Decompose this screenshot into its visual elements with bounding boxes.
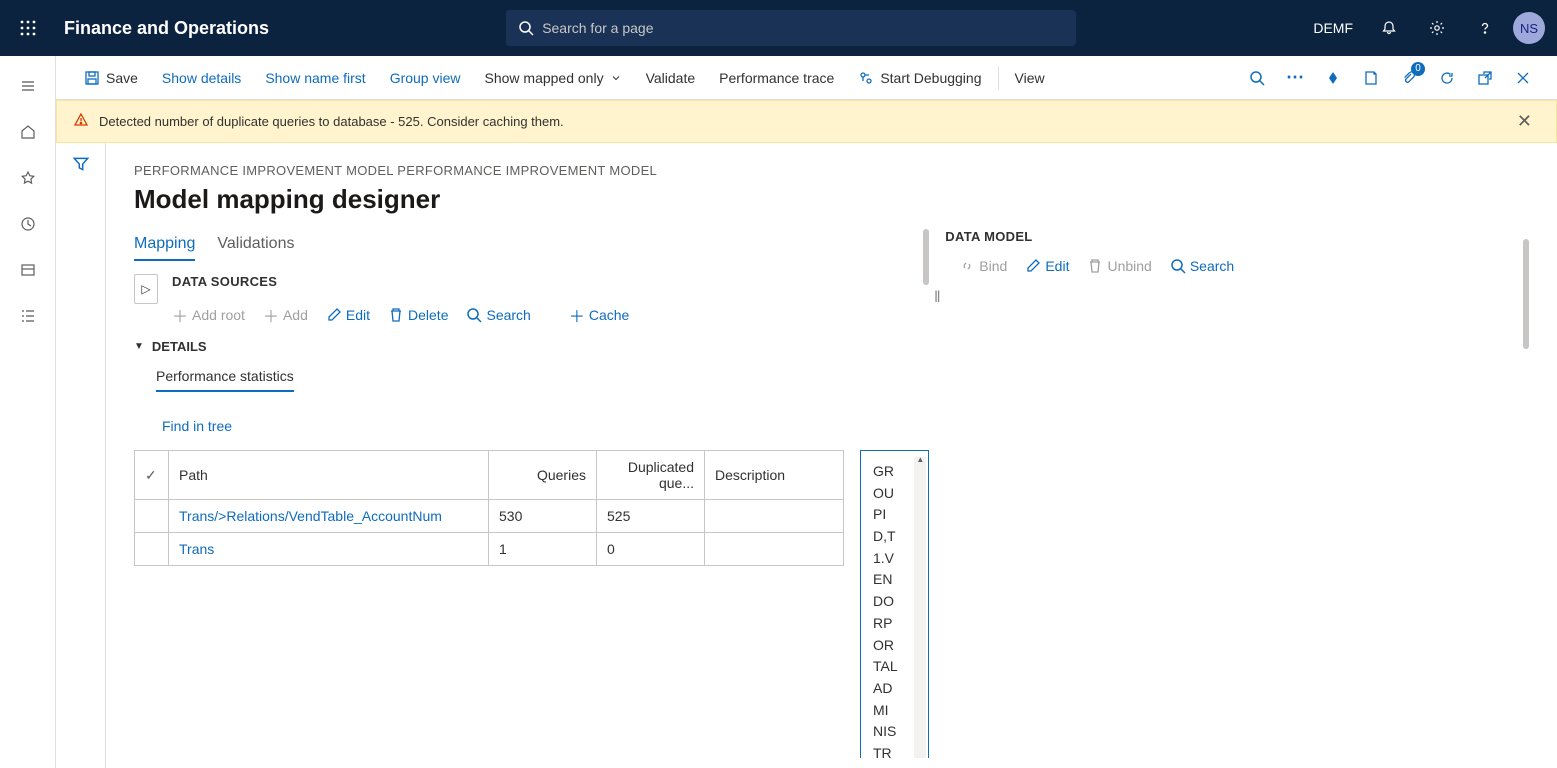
performance-statistics-tab[interactable]: Performance statistics [156, 368, 294, 392]
start-debugging-button[interactable]: Start Debugging [846, 56, 993, 100]
save-button[interactable]: Save [72, 56, 150, 100]
clock-icon[interactable] [6, 204, 50, 244]
start-debugging-label: Start Debugging [880, 70, 981, 86]
dm-edit-button[interactable]: Edit [1025, 258, 1069, 274]
scrollbar[interactable] [1523, 239, 1529, 349]
book-icon[interactable] [1353, 60, 1389, 96]
find-in-tree-link[interactable]: Find in tree [162, 418, 232, 434]
unbind-button: Unbind [1087, 258, 1151, 274]
cell-desc [705, 500, 844, 533]
add-button: ＋Add [263, 303, 308, 327]
cell-queries: 1 [489, 533, 597, 566]
expand-handle-icon[interactable]: ▷ [134, 274, 158, 304]
hamburger-icon[interactable] [6, 66, 50, 106]
group-view-button[interactable]: Group view [378, 56, 473, 100]
save-label: Save [106, 70, 138, 86]
action-toolbar: Save Show details Show name first Group … [56, 56, 1557, 100]
data-model-title: DATA MODEL [945, 229, 1529, 244]
validate-button[interactable]: Validate [634, 56, 708, 100]
warning-text: Detected number of duplicate queries to … [99, 114, 564, 129]
user-avatar[interactable]: NS [1513, 12, 1545, 44]
bell-icon[interactable] [1369, 8, 1409, 48]
refresh-icon[interactable] [1429, 60, 1465, 96]
cell-dup: 0 [597, 533, 705, 566]
search-placeholder: Search for a page [542, 20, 653, 36]
view-button[interactable]: View [1003, 56, 1057, 100]
tab-validations[interactable]: Validations [217, 229, 294, 261]
edit-button[interactable]: Edit [326, 307, 370, 323]
warning-icon [73, 112, 89, 131]
scrollbar-track[interactable] [914, 457, 926, 758]
show-name-first-button[interactable]: Show name first [253, 56, 377, 100]
table-row[interactable]: Trans/>Relations/VendTable_AccountNum 53… [135, 500, 844, 533]
details-toggle[interactable]: ▼ DETAILS [134, 339, 929, 354]
bind-button: Bind [959, 258, 1007, 274]
delete-button[interactable]: Delete [388, 307, 448, 323]
left-pane: Mapping Validations ▷ DATA SOURCES ＋Add … [134, 229, 929, 758]
performance-table: ✓ Path Queries Duplicated que... Descrip… [134, 450, 844, 566]
popout-icon[interactable] [1467, 60, 1503, 96]
scroll-up-icon[interactable]: ▲ [914, 455, 926, 465]
show-details-button[interactable]: Show details [150, 56, 253, 100]
details-title: DETAILS [152, 339, 207, 354]
home-icon[interactable] [6, 112, 50, 152]
cell-desc [705, 533, 844, 566]
attach-badge: 0 [1411, 62, 1425, 76]
path-link[interactable]: Trans/>Relations/VendTable_AccountNum [179, 508, 442, 524]
path-link[interactable]: Trans [179, 541, 214, 557]
warning-message-bar: Detected number of duplicate queries to … [56, 100, 1557, 143]
page-title: Model mapping designer [134, 184, 1529, 215]
caret-down-icon: ▼ [134, 341, 144, 352]
gear-icon[interactable] [1417, 8, 1457, 48]
cell-dup: 525 [597, 500, 705, 533]
dm-search-button[interactable]: Search [1170, 258, 1234, 274]
performance-trace-button[interactable]: Performance trace [707, 56, 846, 100]
col-queries[interactable]: Queries [489, 451, 597, 500]
col-duplicated[interactable]: Duplicated que... [597, 451, 705, 500]
modules-icon[interactable] [6, 296, 50, 336]
data-sources-title: DATA SOURCES [172, 274, 929, 289]
table-row[interactable]: Trans 1 0 [135, 533, 844, 566]
select-all-header[interactable]: ✓ [135, 451, 169, 500]
toolbar-separator [998, 66, 999, 90]
workspace-icon[interactable] [6, 250, 50, 290]
col-description[interactable]: Description [705, 451, 844, 500]
pane-splitter[interactable]: ‖ [929, 229, 945, 758]
sql-text: GROUPID,T1.VENDORPORTALADMINISTRATORRECI… [873, 461, 916, 758]
filter-rail [56, 143, 106, 768]
global-search[interactable]: Search for a page [506, 10, 1076, 46]
scrollbar[interactable] [923, 229, 929, 285]
waffle-icon[interactable] [0, 20, 56, 36]
legal-entity[interactable]: DEMF [1313, 20, 1353, 36]
help-icon[interactable] [1465, 8, 1505, 48]
cell-queries: 530 [489, 500, 597, 533]
filter-icon[interactable] [72, 155, 90, 768]
top-header: Finance and Operations Search for a page… [0, 0, 1557, 56]
sql-query-box[interactable]: GROUPID,T1.VENDORPORTALADMINISTRATORRECI… [860, 450, 929, 758]
attach-icon[interactable]: 0 [1391, 60, 1427, 96]
cache-button[interactable]: ＋Cache [569, 303, 629, 327]
ds-search-button[interactable]: Search [466, 307, 530, 323]
add-root-button: ＋Add root [172, 303, 245, 327]
more-icon[interactable]: ⋯ [1277, 60, 1313, 96]
tab-mapping[interactable]: Mapping [134, 229, 195, 261]
star-icon[interactable] [6, 158, 50, 198]
show-mapped-only-dropdown[interactable]: Show mapped only [473, 56, 634, 100]
search-toolbar-icon[interactable] [1239, 60, 1275, 96]
app-title: Finance and Operations [64, 18, 269, 39]
breadcrumb: PERFORMANCE IMPROVEMENT MODEL PERFORMANC… [134, 163, 1529, 178]
col-path[interactable]: Path [169, 451, 489, 500]
vertical-splitter[interactable]: ‖ [844, 450, 860, 758]
show-mapped-only-label: Show mapped only [485, 70, 604, 86]
left-nav-rail [0, 56, 56, 768]
close-icon[interactable] [1505, 60, 1541, 96]
right-pane: DATA MODEL Bind Edit [945, 229, 1529, 758]
diamond-icon[interactable] [1315, 60, 1351, 96]
warning-close-icon[interactable]: ✕ [1509, 111, 1540, 132]
